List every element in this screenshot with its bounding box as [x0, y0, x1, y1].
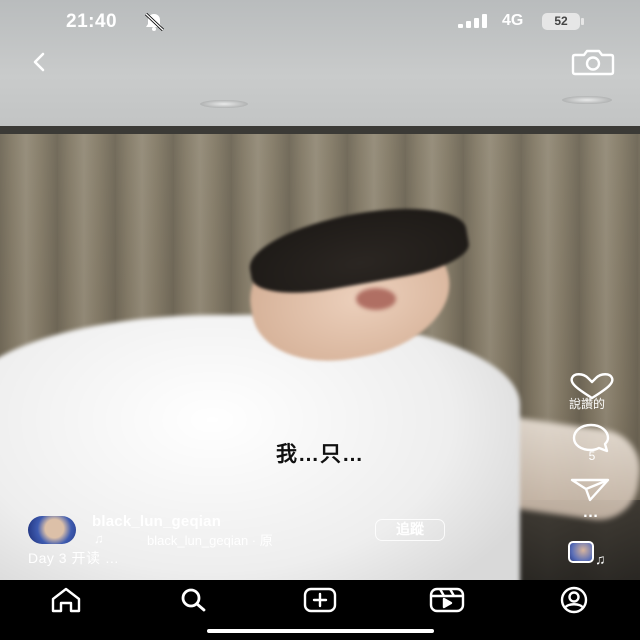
nav-search-button[interactable] [173, 586, 213, 614]
music-note-icon: ♫ [94, 531, 104, 546]
status-time: 21:40 [66, 11, 118, 32]
reels-icon [429, 587, 465, 613]
bell-mute-icon [144, 12, 165, 32]
curtain-rail [0, 126, 640, 134]
send-icon [570, 478, 610, 502]
author-avatar[interactable] [28, 516, 76, 544]
battery-cap [581, 18, 584, 25]
chevron-left-icon [33, 52, 45, 72]
more-options-button[interactable]: … [576, 505, 606, 524]
comment-icon [572, 423, 610, 453]
add-icon [303, 587, 337, 613]
post-caption[interactable]: Day 3 开读 … [28, 548, 119, 568]
original-audio-button[interactable]: ♫ [568, 541, 610, 569]
nav-create-button[interactable] [300, 586, 340, 614]
like-label[interactable]: 說讚的 [569, 395, 640, 412]
audio-attribution[interactable]: black_lun_geqian · 原 [147, 530, 357, 549]
profile-icon [560, 586, 588, 614]
home-indicator[interactable] [207, 629, 434, 633]
reels-screen: 21:40 4G 52 我…只… 說讚的 5 … ♫ black_lun_geq… [0, 0, 640, 640]
comment-count: 5 [588, 449, 596, 463]
back-button[interactable] [24, 47, 54, 77]
nav-profile-button[interactable] [554, 586, 594, 614]
battery-icon: 52 [542, 13, 586, 30]
status-bar: 21:40 4G 52 [0, 0, 640, 42]
ceiling-light [200, 100, 248, 108]
nav-reels-button[interactable] [427, 586, 467, 614]
ceiling-light [562, 96, 612, 104]
camera-button[interactable] [570, 46, 616, 78]
reel-video[interactable] [0, 0, 640, 580]
camera-icon [571, 49, 615, 76]
audio-thumbnail [568, 541, 594, 563]
share-button[interactable] [568, 476, 612, 502]
bottom-nav [0, 580, 640, 640]
network-type: 4G [502, 12, 524, 29]
battery-level: 52 [554, 14, 568, 28]
video-subtitle: 我…只… [276, 443, 364, 466]
author-username[interactable]: black_lun_geqian [92, 513, 221, 530]
nav-home-button[interactable] [46, 586, 86, 614]
home-icon [51, 587, 81, 613]
follow-button[interactable]: 追蹤 [375, 519, 445, 541]
music-note-icon: ♫ [595, 551, 606, 567]
person-lips [356, 288, 396, 310]
signal-icon [458, 14, 487, 28]
search-icon [181, 588, 206, 612]
